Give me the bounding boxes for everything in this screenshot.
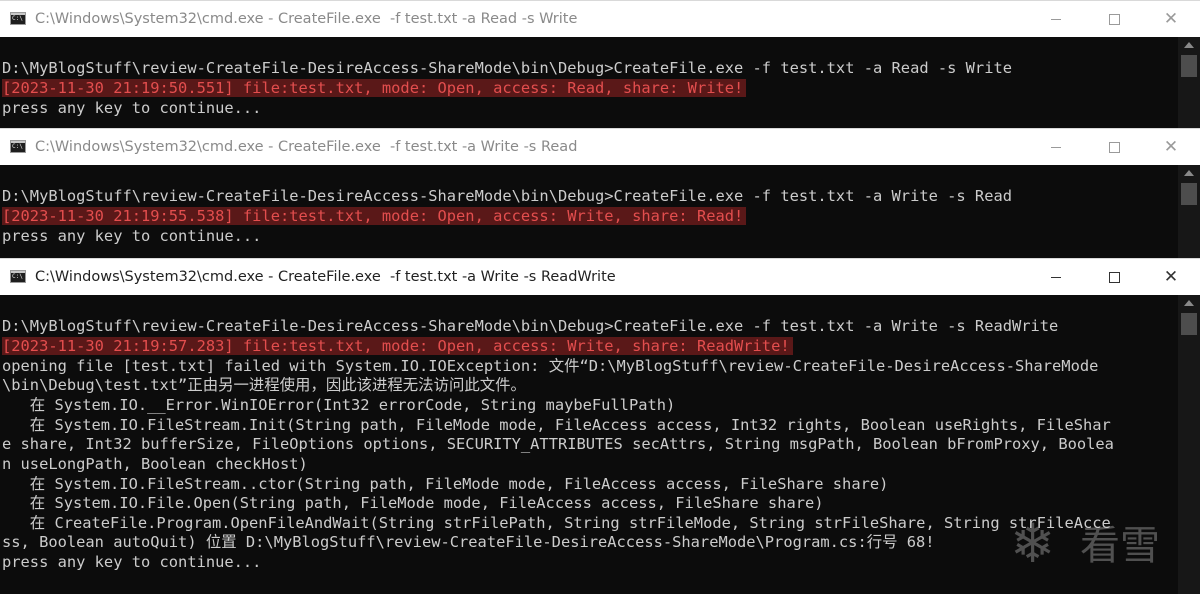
- console-line: 在 System.IO.FileStream.Init(String path,…: [2, 416, 1111, 434]
- console-line-highlighted: [2023-11-30 21:19:55.538] file:test.txt,…: [2, 207, 747, 227]
- minimize-icon: [1051, 276, 1061, 278]
- console-line: e share, Int32 bufferSize, FileOptions o…: [2, 435, 1114, 453]
- minimize-button[interactable]: [1027, 129, 1085, 165]
- close-icon: ✕: [1163, 266, 1179, 287]
- vertical-scrollbar[interactable]: [1178, 165, 1200, 258]
- cmd-window-1[interactable]: C:\Windows\System32\cmd.exe - CreateFile…: [0, 0, 1200, 128]
- console-line: 在 CreateFile.Program.OpenFileAndWait(Str…: [2, 514, 1111, 532]
- cmd-window-2[interactable]: C:\Windows\System32\cmd.exe - CreateFile…: [0, 128, 1200, 258]
- minimize-button[interactable]: [1027, 1, 1085, 37]
- minimize-icon: [1051, 146, 1061, 148]
- console-line: press any key to continue...: [2, 99, 262, 117]
- maximize-button[interactable]: [1085, 129, 1143, 165]
- console-line: D:\MyBlogStuff\review-CreateFile-DesireA…: [2, 187, 1012, 205]
- console-line: \bin\Debug\test.txt”正由另一进程使用，因此该进程无法访问此文…: [2, 376, 526, 394]
- console-line: 在 System.IO.File.Open(String path, FileM…: [2, 494, 824, 512]
- close-icon: ✕: [1163, 136, 1179, 157]
- console-line: press any key to continue...: [2, 227, 262, 245]
- cmd-window-3[interactable]: C:\Windows\System32\cmd.exe - CreateFile…: [0, 258, 1200, 594]
- close-button[interactable]: ✕: [1142, 129, 1200, 165]
- console-line: opening file [test.txt] failed with Syst…: [2, 357, 1099, 375]
- console-output[interactable]: D:\MyBlogStuff\review-CreateFile-DesireA…: [0, 37, 1178, 128]
- minimize-icon: [1051, 18, 1061, 20]
- window-title: C:\Windows\System32\cmd.exe - CreateFile…: [35, 139, 578, 155]
- console-line: D:\MyBlogStuff\review-CreateFile-DesireA…: [2, 317, 1059, 335]
- console-line: 在 System.IO.__Error.WinIOError(Int32 err…: [2, 396, 676, 414]
- log-entry: [2023-11-30 21:19:50.551] file:test.txt,…: [2, 79, 747, 97]
- console-line: press any key to continue...: [2, 553, 262, 571]
- log-entry: [2023-11-30 21:19:57.283] file:test.txt,…: [2, 337, 793, 355]
- maximize-button[interactable]: [1085, 1, 1143, 37]
- console-output[interactable]: D:\MyBlogStuff\review-CreateFile-DesireA…: [0, 295, 1178, 594]
- console-line: n useLongPath, Boolean checkHost): [2, 455, 308, 473]
- scroll-up-icon[interactable]: [1184, 42, 1194, 48]
- window-title: C:\Windows\System32\cmd.exe - CreateFile…: [35, 269, 616, 285]
- close-button[interactable]: ✕: [1142, 259, 1200, 295]
- cmd-app-icon[interactable]: [10, 270, 26, 283]
- scroll-up-icon[interactable]: [1184, 300, 1194, 306]
- vertical-scrollbar[interactable]: [1178, 37, 1200, 128]
- scroll-up-icon[interactable]: [1184, 170, 1194, 176]
- console-line: ss, Boolean autoQuit) 位置 D:\MyBlogStuff\…: [2, 533, 935, 551]
- maximize-icon: [1108, 271, 1120, 283]
- title-bar[interactable]: C:\Windows\System32\cmd.exe - CreateFile…: [0, 129, 1200, 165]
- console-line-highlighted: [2023-11-30 21:19:50.551] file:test.txt,…: [2, 79, 747, 99]
- scrollbar-thumb[interactable]: [1181, 313, 1197, 335]
- title-bar[interactable]: C:\Windows\System32\cmd.exe - CreateFile…: [0, 259, 1200, 295]
- console-output[interactable]: D:\MyBlogStuff\review-CreateFile-DesireA…: [0, 165, 1178, 258]
- vertical-scrollbar[interactable]: [1178, 295, 1200, 594]
- console-line-highlighted: [2023-11-30 21:19:57.283] file:test.txt,…: [2, 337, 793, 357]
- log-entry: [2023-11-30 21:19:55.538] file:test.txt,…: [2, 207, 747, 225]
- title-bar[interactable]: C:\Windows\System32\cmd.exe - CreateFile…: [0, 1, 1200, 37]
- close-button[interactable]: ✕: [1142, 1, 1200, 37]
- minimize-button[interactable]: [1027, 259, 1085, 295]
- console-line: 在 System.IO.FileStream..ctor(String path…: [2, 475, 889, 493]
- close-icon: ✕: [1163, 8, 1179, 29]
- scrollbar-thumb[interactable]: [1181, 55, 1197, 77]
- maximize-button[interactable]: [1085, 259, 1143, 295]
- maximize-icon: [1108, 141, 1120, 153]
- window-title: C:\Windows\System32\cmd.exe - CreateFile…: [35, 11, 578, 27]
- maximize-icon: [1108, 13, 1120, 25]
- console-line: D:\MyBlogStuff\review-CreateFile-DesireA…: [2, 59, 1012, 77]
- cmd-app-icon[interactable]: [10, 140, 26, 153]
- scrollbar-thumb[interactable]: [1181, 183, 1197, 205]
- cmd-app-icon[interactable]: [10, 12, 26, 25]
